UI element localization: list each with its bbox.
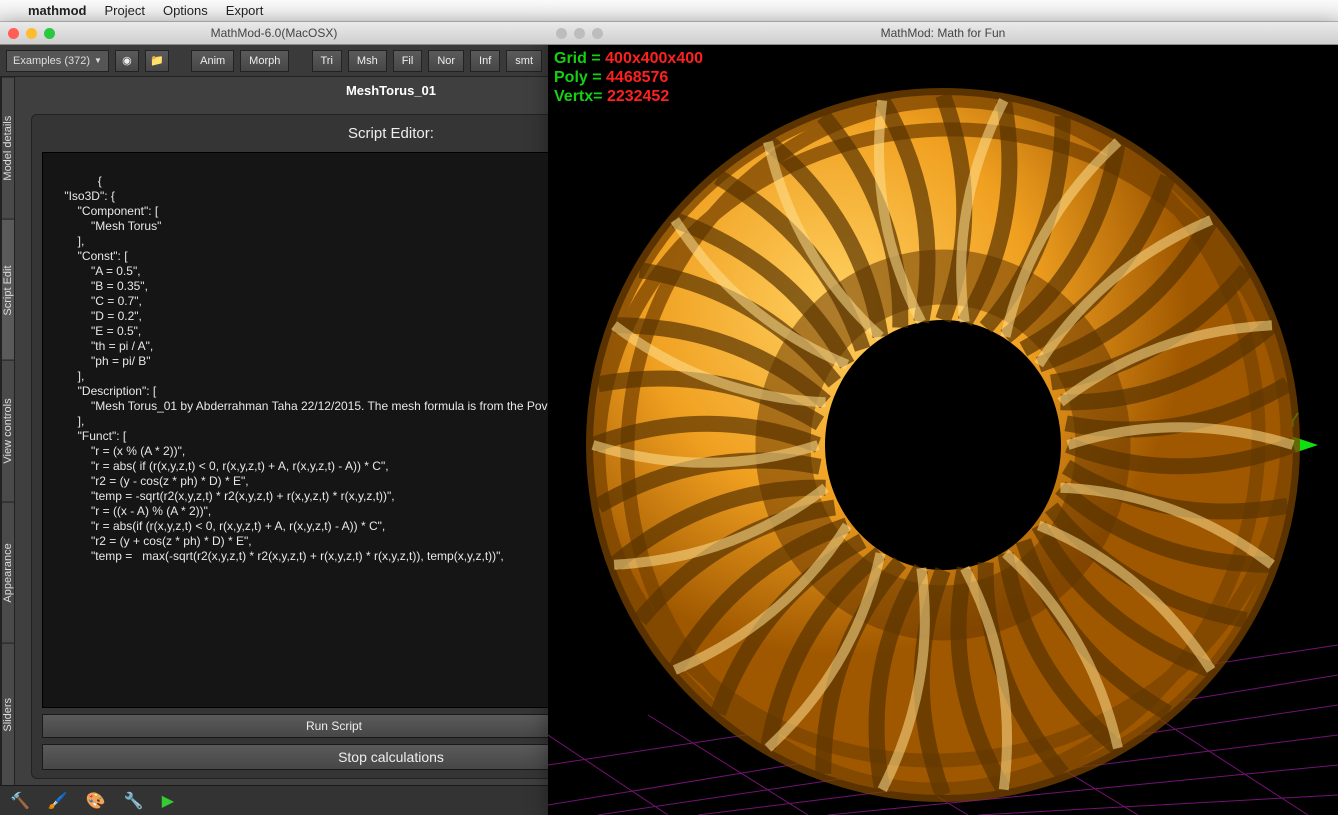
smt-button[interactable]: smt xyxy=(506,50,542,72)
nor-button[interactable]: Nor xyxy=(428,50,464,72)
tab-sliders[interactable]: Sliders xyxy=(2,643,14,785)
brush-icon[interactable]: 🖌️ xyxy=(48,791,68,811)
3d-viewport[interactable]: Grid = 400x400x400 Poly = 4468576 Vertx=… xyxy=(548,45,1338,815)
wrench-icon[interactable]: 🔧 xyxy=(124,791,144,811)
editor-window: MathMod-6.0(MacOSX) Examples (372) ▼ ◉ 📁… xyxy=(0,22,548,815)
morph-button[interactable]: Morph xyxy=(240,50,289,72)
render-stats: Grid = 400x400x400 Poly = 4468576 Vertx=… xyxy=(554,49,703,106)
model-title: MeshTorus_01 xyxy=(15,77,548,104)
editor-pane: MeshTorus_01 Script Editor: { "Iso3D": {… xyxy=(15,77,548,785)
viewport-window-title: MathMod: Math for Fun xyxy=(548,26,1338,40)
run-script-button[interactable]: Run Script xyxy=(42,714,548,738)
inf-button[interactable]: Inf xyxy=(470,50,500,72)
script-textarea[interactable]: { "Iso3D": { "Component": [ "Mesh Torus"… xyxy=(42,152,548,708)
menu-options[interactable]: Options xyxy=(163,3,208,18)
refresh-button[interactable]: ◉ xyxy=(115,50,139,72)
top-toolbar: Examples (372) ▼ ◉ 📁 Anim Morph Tri Msh … xyxy=(0,45,548,77)
editor-titlebar: MathMod-6.0(MacOSX) xyxy=(0,22,548,45)
chevron-down-icon: ▼ xyxy=(94,56,102,65)
close-icon[interactable] xyxy=(8,28,19,39)
viewport-window: MathMod: Math for Fun Grid = 400x400x400… xyxy=(548,22,1338,815)
editor-window-title: MathMod-6.0(MacOSX) xyxy=(0,26,548,40)
minimize-icon[interactable] xyxy=(26,28,37,39)
zoom-icon[interactable] xyxy=(592,28,603,39)
app-menu[interactable]: mathmod xyxy=(28,3,87,18)
fil-button[interactable]: Fil xyxy=(393,50,423,72)
play-icon[interactable]: ▶ xyxy=(162,791,174,811)
mesh-torus-render xyxy=(558,60,1329,815)
zoom-icon[interactable] xyxy=(44,28,55,39)
stop-calculations-button[interactable]: Stop calculations xyxy=(42,744,548,770)
tab-script-edit[interactable]: Script Edit xyxy=(2,219,14,361)
examples-label: Examples (372) xyxy=(13,55,90,67)
folder-button[interactable]: 📁 xyxy=(145,50,169,72)
close-icon[interactable] xyxy=(556,28,567,39)
script-editor-header: Script Editor: xyxy=(32,115,548,148)
msh-button[interactable]: Msh xyxy=(348,50,387,72)
script-content: { "Iso3D": { "Component": [ "Mesh Torus"… xyxy=(51,174,548,563)
hammer-icon[interactable]: 🔨 xyxy=(10,791,30,811)
palette-icon[interactable]: 🎨 xyxy=(86,791,106,811)
vertical-tabs: Model details Script Edit View controls … xyxy=(1,77,15,785)
tab-view-controls[interactable]: View controls xyxy=(2,360,14,502)
menu-project[interactable]: Project xyxy=(105,3,145,18)
minimize-icon[interactable] xyxy=(574,28,585,39)
mac-menubar: mathmod Project Options Export xyxy=(0,0,1338,22)
render-svg: Y xyxy=(548,45,1338,815)
examples-dropdown[interactable]: Examples (372) ▼ xyxy=(6,50,109,72)
tab-model-details[interactable]: Model details xyxy=(2,77,14,219)
tab-appearance[interactable]: Appearance xyxy=(2,502,14,644)
viewport-titlebar: MathMod: Math for Fun xyxy=(548,22,1338,45)
bottom-toolbar: 🔨 🖌️ 🎨 🔧 ▶ xyxy=(0,785,548,815)
anim-button[interactable]: Anim xyxy=(191,50,234,72)
menu-export[interactable]: Export xyxy=(226,3,264,18)
tri-button[interactable]: Tri xyxy=(312,50,342,72)
